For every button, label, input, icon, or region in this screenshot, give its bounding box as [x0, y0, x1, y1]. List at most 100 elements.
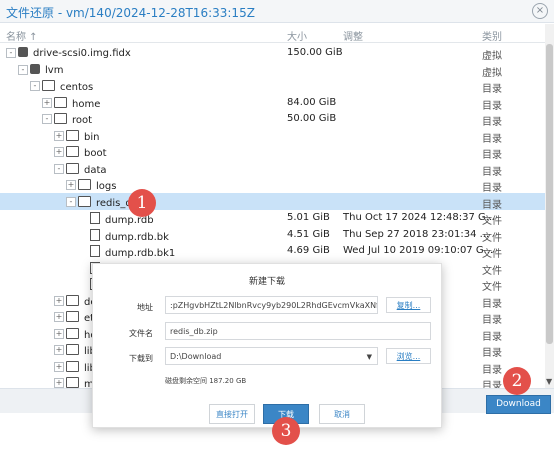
tree-row-size: 4.69 GiB — [287, 245, 330, 256]
filename-field[interactable]: redis_db.zip — [165, 322, 431, 340]
folder-icon — [54, 96, 67, 108]
download-zip-button[interactable]: Download .zip — [486, 395, 551, 426]
tree-row-name: drive-scsi0.img.fidx — [18, 47, 131, 59]
window-titlebar: 文件还原 - vm/140/2024-12-28T16:33:15Z × — [0, 0, 554, 23]
saveto-value: D:\Download — [170, 352, 222, 361]
tree-row-date: Thu Oct 17 2024 12:48:37 G... — [343, 212, 496, 223]
folder-icon — [66, 360, 79, 372]
expand-icon[interactable]: + — [54, 361, 64, 372]
expand-icon[interactable]: + — [54, 345, 64, 355]
expand-icon[interactable]: + — [54, 295, 64, 306]
folder-open-icon — [78, 195, 91, 207]
step-badge-2: 2 — [503, 367, 531, 395]
step-badge-3: 3 — [272, 417, 300, 445]
url-label: 地址 — [137, 303, 153, 312]
folder-open-icon — [42, 80, 55, 91]
step-badge-1: 1 — [128, 189, 156, 217]
tree-row[interactable]: - lvm 虚拟 — [0, 61, 545, 79]
cancel-button[interactable]: 取消 — [319, 404, 365, 424]
chevron-down-icon[interactable]: ▼ — [367, 348, 372, 364]
collapse-icon[interactable]: - — [30, 81, 40, 91]
tree-row-label: lvm — [45, 64, 64, 76]
disk-icon — [30, 63, 40, 74]
free-space-text: 磁盘剩余空间 187.20 GB — [165, 377, 247, 385]
column-modified-header[interactable]: 调整 — [343, 28, 363, 43]
collapse-icon[interactable]: - — [18, 64, 28, 75]
column-size-header[interactable]: 大小 — [287, 28, 307, 43]
tree-row-date: Thu Sep 27 2018 23:01:34 ... — [343, 228, 490, 240]
saveto-select[interactable]: D:\Download ▼ — [165, 347, 378, 365]
folder-open-icon — [54, 113, 67, 124]
tree-row-name: data — [66, 162, 107, 176]
collapse-icon[interactable]: - — [42, 114, 52, 124]
tree-row-label: centos — [60, 82, 94, 93]
column-header: 名称 ↑ 大小 调整 类别 — [0, 24, 545, 43]
tree-row[interactable]: - data 目录 — [0, 160, 545, 178]
tree-row-label: dump.rdb.bk1 — [105, 248, 176, 259]
folder-icon — [66, 327, 79, 339]
tree-row-size: 4.51 GiB — [287, 228, 330, 240]
expand-icon[interactable]: + — [54, 378, 64, 388]
tree-row-name: logs — [78, 179, 116, 192]
dialog-title: 新建下载 — [248, 277, 285, 287]
tree-row-label: data — [84, 164, 107, 176]
tree-row-name: boot — [66, 146, 107, 159]
collapse-icon[interactable]: - — [66, 196, 76, 207]
expand-icon[interactable]: + — [54, 312, 64, 322]
tree-row-label: logs — [96, 181, 117, 192]
tree-row-label: drive-scsi0.img.fidx — [33, 48, 131, 59]
tree-row-label: dump.rdb.bk — [105, 231, 169, 243]
expand-icon[interactable]: + — [66, 180, 76, 190]
tree-row[interactable]: - root 50.00 GiB 目录 — [0, 110, 545, 128]
disk-icon — [18, 47, 28, 57]
folder-icon — [66, 146, 79, 157]
close-icon[interactable]: × — [532, 3, 548, 19]
tree-row-name: lvm — [30, 63, 64, 76]
collapse-icon[interactable]: - — [6, 48, 16, 58]
folder-icon — [66, 377, 79, 388]
open-directly-button[interactable]: 直接打开 — [209, 404, 255, 424]
tree-row-size: 5.01 GiB — [287, 212, 330, 223]
expand-icon[interactable]: + — [54, 147, 64, 157]
browse-button[interactable]: 浏览... — [386, 348, 431, 364]
tree-row-size: 50.00 GiB — [287, 113, 337, 124]
tree-row-size: 150.00 GiB — [287, 47, 343, 58]
tree-row-name: home — [54, 96, 101, 110]
tree-row[interactable]: + boot 目录 — [0, 143, 545, 161]
tree-row-name: bin — [66, 129, 99, 143]
tree-row[interactable]: - drive-scsi0.img.fidx 150.00 GiB 虚拟 — [0, 44, 545, 62]
tree-row-size: 84.00 GiB — [287, 96, 337, 108]
folder-icon — [66, 294, 79, 306]
scrollbar[interactable]: ▼ — [545, 24, 554, 388]
copy-button[interactable]: 复制... — [386, 297, 431, 313]
tree-row[interactable]: + bin 目录 — [0, 127, 545, 145]
tree-row-name: dump.rdb.bk1 — [90, 245, 175, 259]
folder-icon — [66, 344, 79, 355]
url-field[interactable]: :pZHgvbHZtL2NlbnRvcy9yb290L2RhdGEvcmVkaX… — [165, 296, 378, 314]
column-type-header[interactable]: 类别 — [482, 28, 502, 43]
folder-icon — [78, 179, 91, 190]
new-download-dialog: 新建下载 地址 :pZHgvbHZtL2NlbnRvcy9yb290L2RhdG… — [92, 263, 442, 428]
tree-row[interactable]: - redis_db 目录 — [0, 192, 545, 211]
scroll-down-icon[interactable]: ▼ — [546, 377, 552, 386]
column-name-header[interactable]: 名称 ↑ — [6, 28, 38, 43]
tree-row-label: home — [72, 98, 101, 110]
tree-row[interactable]: dump.rdb.bk1 4.69 GiB Wed Jul 10 2019 09:1… — [0, 242, 545, 260]
folder-open-icon — [66, 162, 79, 174]
tree-row-date: Wed Jul 10 2019 09:10:07 G... — [343, 245, 494, 256]
tree-row[interactable]: + logs 目录 — [0, 176, 545, 194]
tree-row-name: root — [54, 113, 92, 126]
expand-icon[interactable]: + — [54, 130, 64, 141]
window-title: 文件还原 - vm/140/2024-12-28T16:33:15Z — [6, 6, 255, 20]
expand-icon[interactable]: + — [42, 97, 52, 108]
file-icon — [90, 245, 100, 257]
file-icon — [90, 212, 100, 224]
tree-row[interactable]: - centos 目录 — [0, 77, 545, 95]
tree-row[interactable]: + home 84.00 GiB 目录 — [0, 94, 545, 112]
scrollbar-thumb[interactable] — [546, 44, 553, 344]
tree-row[interactable]: dump.rdb.bk 4.51 GiB Thu Sep 27 2018 23:01… — [0, 226, 545, 244]
collapse-icon[interactable]: - — [54, 163, 64, 174]
tree-row-label: boot — [84, 148, 107, 159]
expand-icon[interactable]: + — [54, 328, 64, 339]
tree-row[interactable]: dump.rdb 5.01 GiB Thu Oct 17 2024 12:48:37… — [0, 209, 545, 227]
